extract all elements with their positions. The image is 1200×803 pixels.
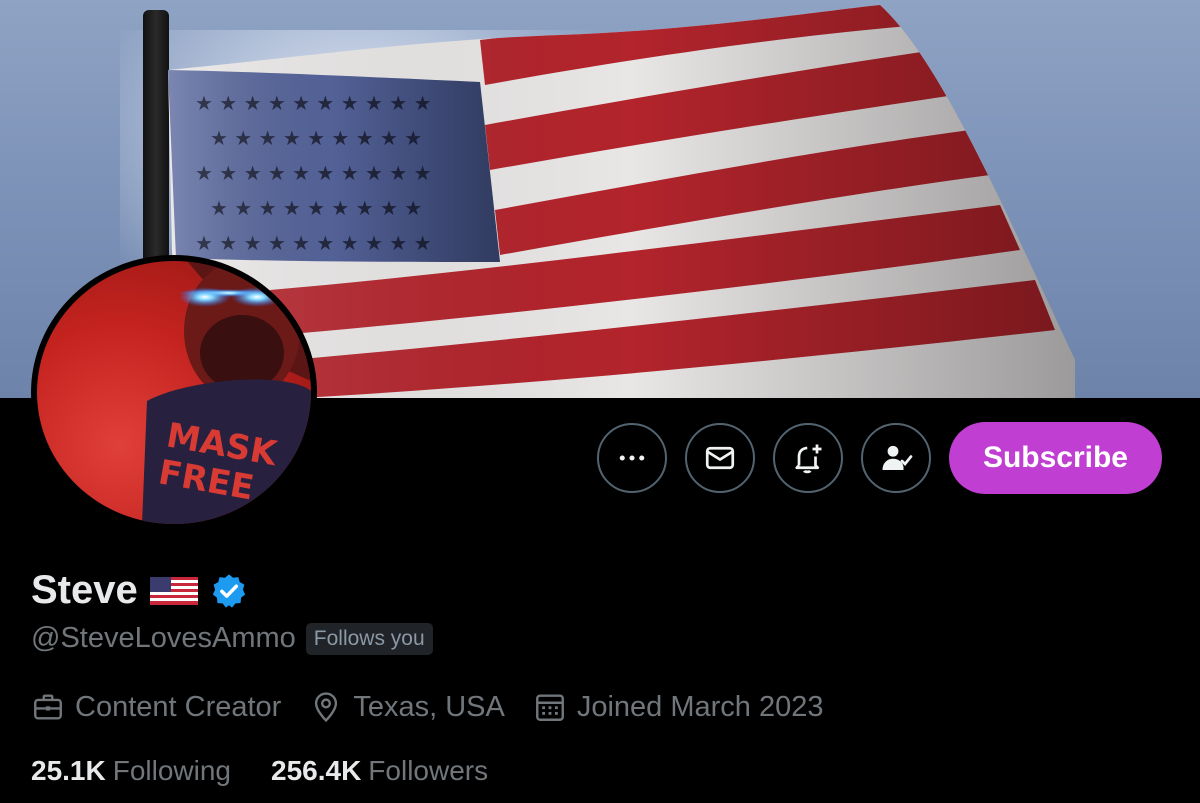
bell-plus-icon xyxy=(795,444,822,474)
calendar-icon xyxy=(535,694,564,721)
joined-label: Joined March 2023 xyxy=(576,690,824,723)
followers-count: 256.4K xyxy=(271,755,362,786)
following-button[interactable] xyxy=(860,423,931,493)
envelope-icon xyxy=(705,446,735,470)
following-count: 25.1K xyxy=(31,755,106,786)
avatar-illustration: MASK FREE xyxy=(142,261,311,524)
verified-badge-icon[interactable] xyxy=(210,572,248,610)
follow-stats: 25.1K Following 256.4K Followers xyxy=(31,755,488,787)
profile-meta: Content Creator Texas, USA Joined March … xyxy=(31,690,823,724)
avatar-photo: MASK FREE xyxy=(37,261,311,524)
person-check-icon xyxy=(882,445,913,470)
user-handle: @SteveLovesAmmo xyxy=(31,622,296,654)
joined-item: Joined March 2023 xyxy=(533,690,824,724)
location-label: Texas, USA xyxy=(353,690,505,723)
category-item: Content Creator xyxy=(31,690,281,724)
us-flag-emoji xyxy=(149,576,198,605)
profile-avatar[interactable]: MASK FREE xyxy=(31,255,317,530)
handle-row: @SteveLovesAmmo Follows you xyxy=(31,622,433,655)
more-button[interactable] xyxy=(596,423,667,493)
subscribe-button[interactable]: Subscribe xyxy=(948,422,1162,494)
following-label: Following xyxy=(112,755,231,786)
follows-you-badge: Follows you xyxy=(305,622,433,655)
more-horizontal-icon xyxy=(619,455,645,461)
followers-link[interactable]: 256.4K Followers xyxy=(271,755,488,787)
followers-label: Followers xyxy=(368,755,489,786)
location-pin-icon xyxy=(315,692,338,723)
notifications-button[interactable] xyxy=(772,423,843,493)
profile-actions: Subscribe xyxy=(596,422,1162,494)
name-row: Steve xyxy=(31,568,248,613)
location-item: Texas, USA xyxy=(309,690,505,724)
following-link[interactable]: 25.1K Following xyxy=(31,755,231,787)
category-label: Content Creator xyxy=(75,690,282,723)
display-name: Steve xyxy=(31,568,138,612)
briefcase-icon xyxy=(34,694,62,720)
message-button[interactable] xyxy=(684,423,755,493)
